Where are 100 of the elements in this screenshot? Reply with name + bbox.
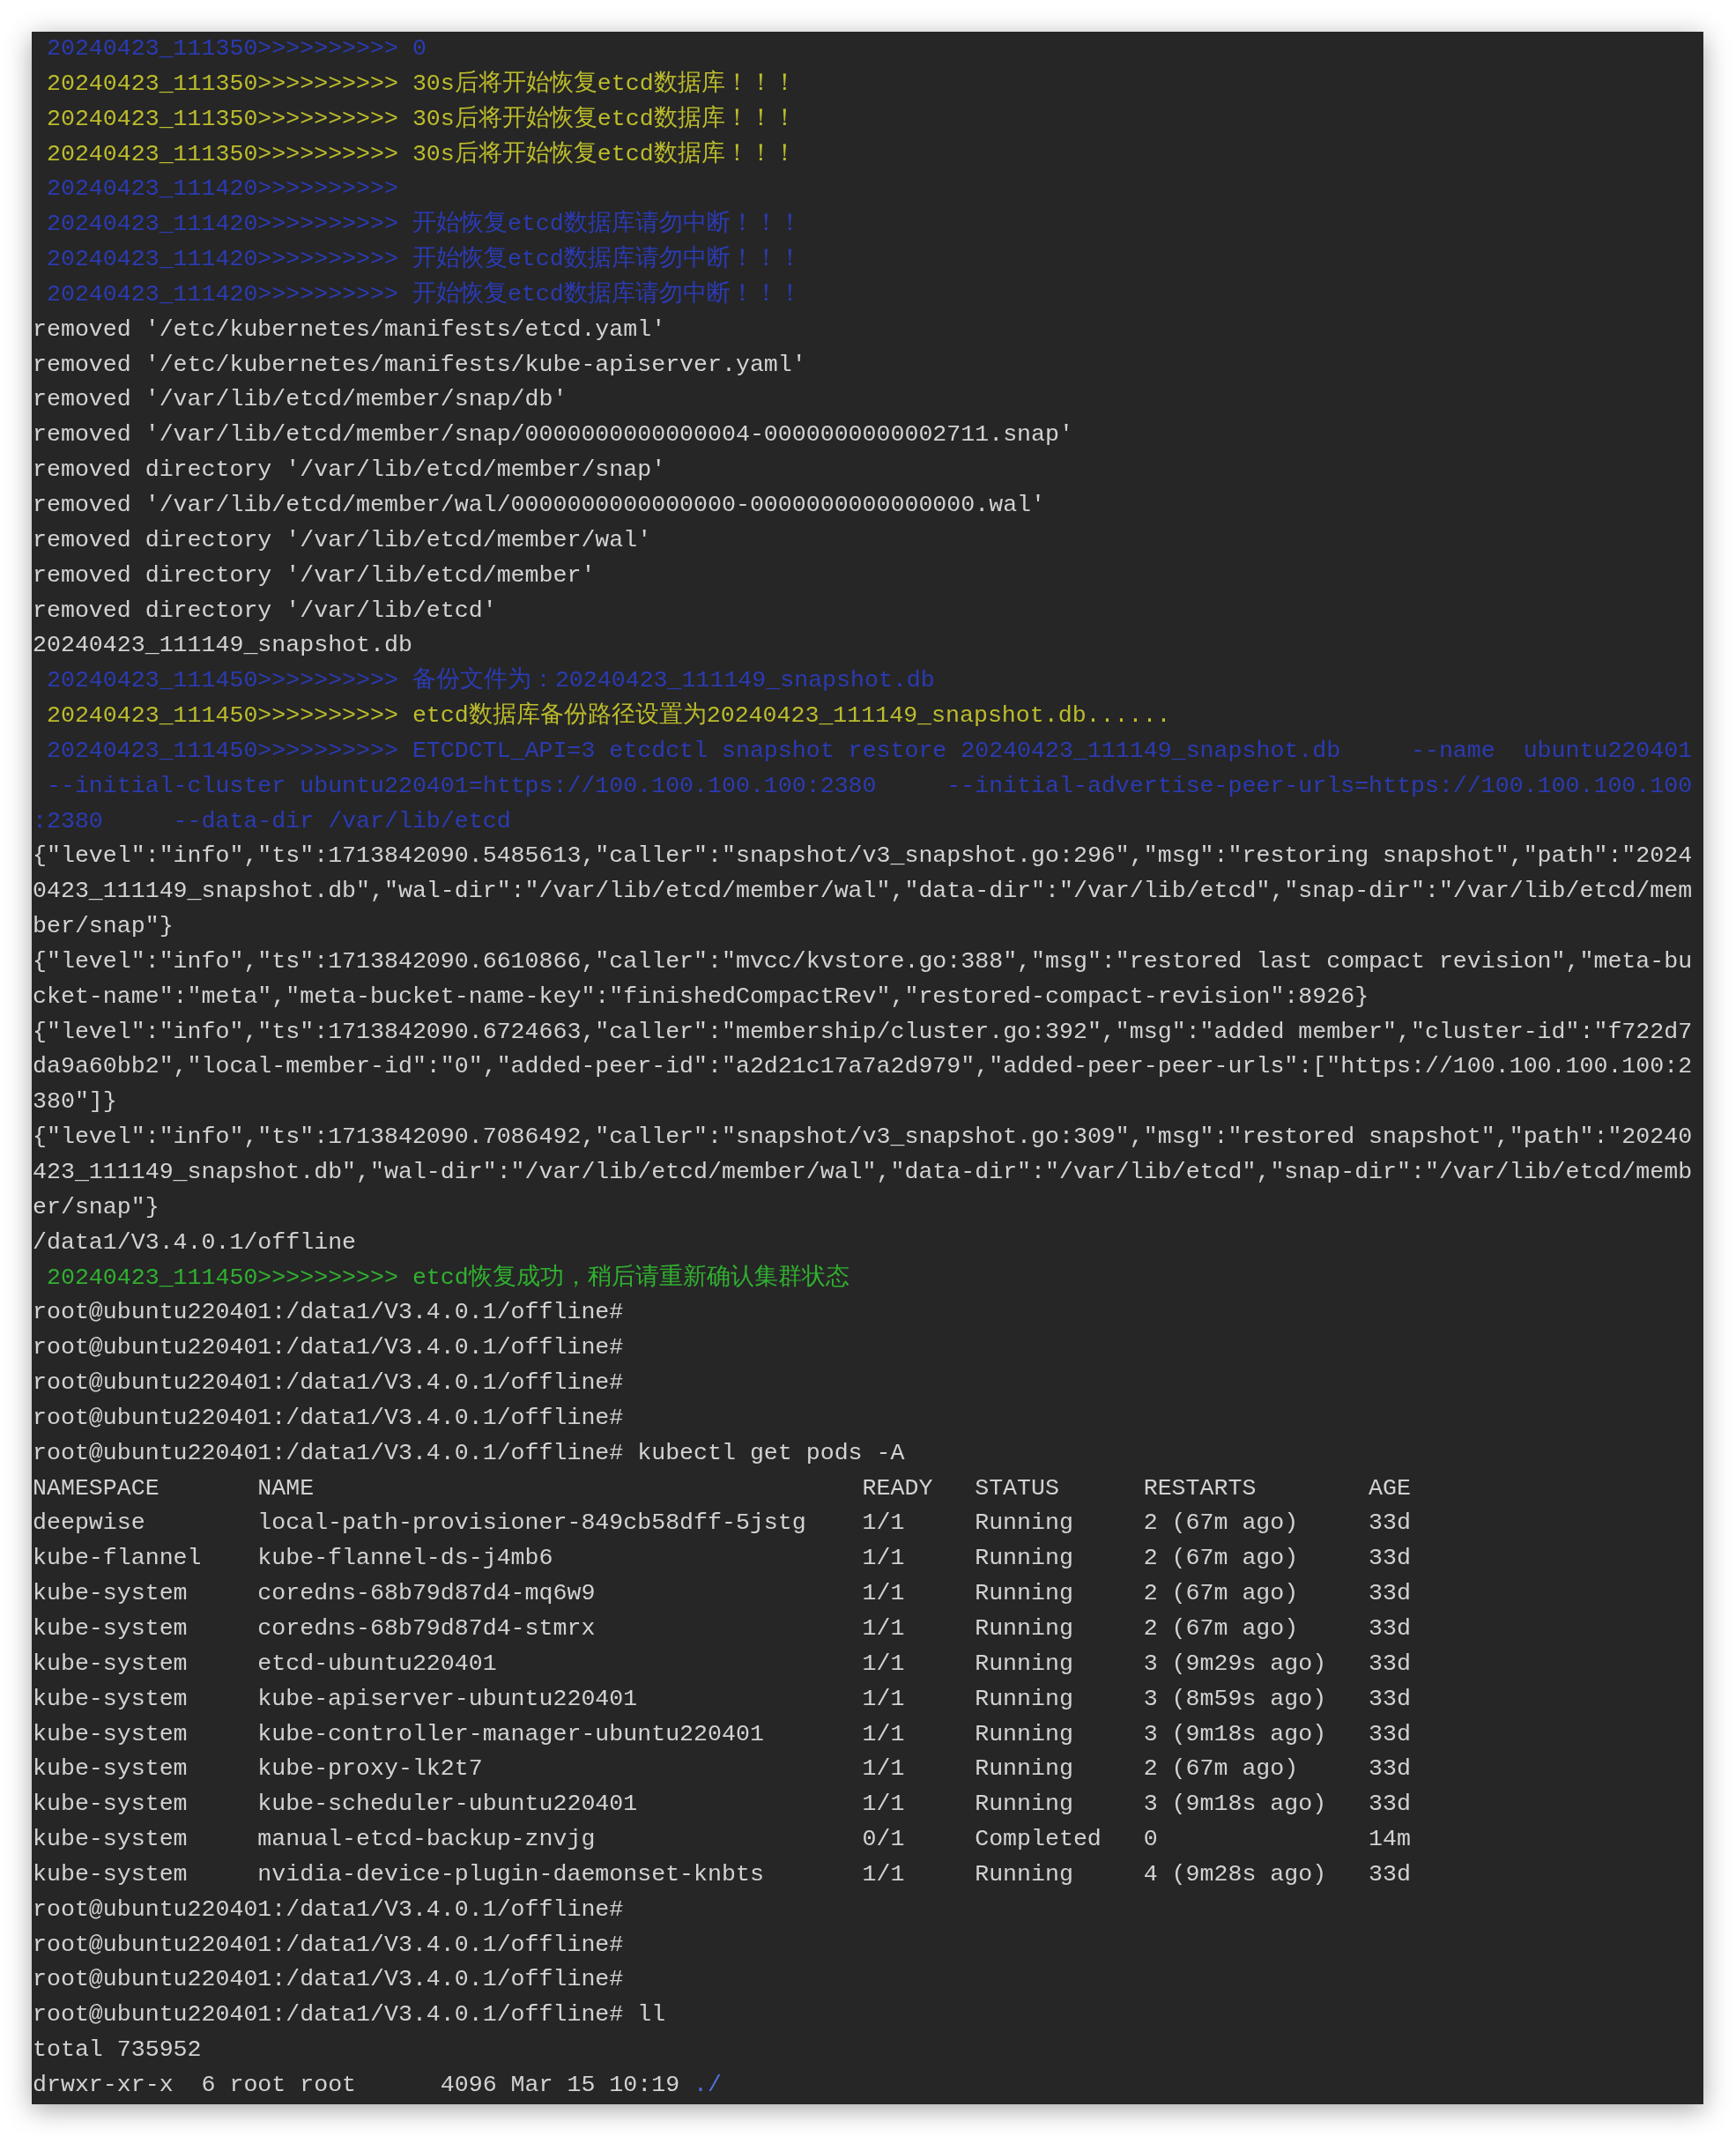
table-cell-text: 1/1 <box>862 1790 906 1820</box>
table-cell-text: kube-system <box>33 1649 189 1679</box>
table-cell-text: 1/1 <box>862 1719 906 1749</box>
table-cell-text: 1/1 <box>862 1544 906 1574</box>
terminal-line: removed '/etc/kubernetes/manifests/kube-apiserver.yaml' <box>33 351 806 378</box>
terminal-line: removed directory '/var/lib/etcd' <box>33 597 497 624</box>
terminal-line: {"level":"info","ts":1713842090.7086492,"caller":"snapshot/v3_snapshot.go:309","msg":"restored snapshot","path":"20240 <box>33 1124 1693 1151</box>
table-cell-text: kube-flannel-ds-j4mb6 <box>257 1544 554 1574</box>
table-cell-text: Running <box>975 1719 1074 1749</box>
table-cell-text: 33d <box>1369 1509 1412 1539</box>
terminal-line: {"level":"info","ts":1713842090.6724663,"caller":"membership/cluster.go:392","msg":"added member","cluster-id":"f722d7 <box>33 1018 1693 1045</box>
terminal-line: removed '/var/lib/etcd/member/snap/db' <box>33 386 568 413</box>
terminal-line: root@ubuntu220401:/data1/V3.4.0.1/offline# kubectl get pods -A <box>33 1439 905 1466</box>
terminal-line: drwxr-xr-x 6 root root 4096 Mar 15 10:19 <box>33 2071 680 2098</box>
terminal-line: 20240423_111450>>>>>>>>>> ETCDCTL_API=3 etcdctl snapshot restore 20240423_111149_snapshot.db --name ubuntu220401 <box>45 737 1693 764</box>
table-cell-text: kube-flannel <box>33 1544 203 1574</box>
terminal-line: removed '/etc/kubernetes/manifests/etcd.yaml' <box>33 315 666 343</box>
terminal-line: 20240423_111149_snapshot.db <box>33 632 412 659</box>
table-cell-text: Completed <box>975 1825 1102 1855</box>
terminal-line: 0423_111149_snapshot.db","wal-dir":"/var/lib/etcd/member/wal","data-dir":"/var/lib/etcd","snap-dir":"/var/lib/etcd/mem <box>33 878 1693 905</box>
terminal-line: {"level":"info","ts":1713842090.5485613,"caller":"snapshot/v3_snapshot.go:296","msg":"restoring snapshot","path":"2024 <box>33 842 1693 870</box>
column-header: STATUS <box>975 1473 1060 1503</box>
terminal-line: 20240423_111420>>>>>>>>>> <box>45 175 398 203</box>
table-cell-text: Running <box>975 1579 1074 1609</box>
terminal-line: root@ubuntu220401:/data1/V3.4.0.1/offline# <box>33 1966 624 1993</box>
table-cell-text: 33d <box>1369 1754 1412 1784</box>
terminal-line: da9a60bb2","local-member-id":"0","added-peer-id":"a2d21c17a7a2d979","added-peer-peer-urls":["https://100.100.100.100:2 <box>33 1053 1693 1080</box>
table-cell-text: 2 (67m ago) <box>1143 1579 1300 1609</box>
table-cell-text: Running <box>975 1509 1074 1539</box>
terminal-line: root@ubuntu220401:/data1/V3.4.0.1/offline# <box>33 1404 624 1431</box>
table-cell-text: deepwise <box>33 1509 146 1539</box>
table-cell-text: Running <box>975 1790 1074 1820</box>
table-cell-text: 1/1 <box>862 1613 906 1643</box>
table-cell-text: Running <box>975 1544 1074 1574</box>
table-cell-text: 1/1 <box>862 1754 906 1784</box>
terminal-line: 20240423_111450>>>>>>>>>> 备份文件为：20240423_111149_snapshot.db <box>45 667 935 694</box>
terminal-line: total 735952 <box>33 2036 202 2064</box>
table-cell-text: kube-system <box>33 1825 189 1855</box>
terminal-line: --initial-cluster ubuntu220401=https://100.100.100.100:2380 --initial-advertise-peer-urls=https://100.100.100.100 <box>45 772 1693 799</box>
table-cell-text: kube-apiserver-ubuntu220401 <box>257 1684 639 1714</box>
table-cell-text: 33d <box>1369 1859 1412 1889</box>
terminal-line: root@ubuntu220401:/data1/V3.4.0.1/offline# <box>33 1369 624 1397</box>
terminal-line: 380"]} <box>33 1088 117 1116</box>
table-cell-text: 1/1 <box>862 1579 906 1609</box>
terminal-line: 20240423_111450>>>>>>>>>> etcd数据库备份路径设置为20240423_111149_snapshot.db...... <box>45 702 1171 730</box>
terminal-line: removed '/var/lib/etcd/member/snap/0000000000000004-0000000000002711.snap' <box>33 421 1073 449</box>
table-cell-text: 2 (67m ago) <box>1143 1509 1300 1539</box>
table-cell-text: 2 (67m ago) <box>1143 1754 1300 1784</box>
table-cell-text: coredns-68b79d87d4-stmrx <box>257 1613 597 1643</box>
table-cell-text: 33d <box>1369 1613 1412 1643</box>
terminal-line: removed '/var/lib/etcd/member/wal/0000000000000000-0000000000000000.wal' <box>33 491 1046 518</box>
table-cell-text: kube-system <box>33 1719 189 1749</box>
table-cell-text: kube-system <box>33 1579 189 1609</box>
terminal-line: 20240423_111420>>>>>>>>>> 开始恢复etcd数据库请勿中断！！！ <box>45 211 802 238</box>
terminal-line: 20240423_111420>>>>>>>>>> 开始恢复etcd数据库请勿中断！！！ <box>45 246 802 273</box>
table-cell-text: kube-system <box>33 1684 189 1714</box>
table-cell-text: Running <box>975 1754 1074 1784</box>
table-cell-text: 33d <box>1369 1719 1412 1749</box>
column-header: READY <box>862 1473 934 1503</box>
table-cell-text: 1/1 <box>862 1684 906 1714</box>
table-cell-text: 1/1 <box>862 1649 906 1679</box>
table-cell-text: 0/1 <box>862 1825 906 1855</box>
table-cell-text: 3 (9m18s ago) <box>1143 1719 1328 1749</box>
terminal-line: ./ <box>694 2071 722 2098</box>
table-cell-text: kube-system <box>33 1613 189 1643</box>
terminal-line: removed directory '/var/lib/etcd/member/snap' <box>33 456 666 484</box>
table-cell-text: 33d <box>1369 1649 1412 1679</box>
table-cell-text: Running <box>975 1684 1074 1714</box>
table-cell-text: 1/1 <box>862 1509 906 1539</box>
terminal-line: 20240423_111350>>>>>>>>>> 30s后将开始恢复etcd数据库！！！ <box>45 70 797 97</box>
terminal-line: {"level":"info","ts":1713842090.6610866,"caller":"mvcc/kvstore.go:388","msg":"restored last compact revision","meta-bu <box>33 947 1693 975</box>
terminal-line: 20240423_111450>>>>>>>>>> etcd恢复成功，稍后请重新确认集群状态 <box>45 1264 849 1291</box>
terminal-line: ber/snap"} <box>33 913 174 940</box>
table-cell-text: 3 (9m18s ago) <box>1143 1790 1328 1820</box>
table-cell-text: 3 (8m59s ago) <box>1143 1684 1328 1714</box>
table-cell-text: 4 (9m28s ago) <box>1143 1859 1328 1889</box>
terminal-line: 20240423_111350>>>>>>>>>> 0 <box>45 35 427 62</box>
table-cell-text: Running <box>975 1859 1074 1889</box>
table-cell-text: kube-scheduler-ubuntu220401 <box>257 1790 639 1820</box>
column-header: NAME <box>257 1473 315 1503</box>
column-header: NAMESPACE <box>33 1473 160 1503</box>
table-cell-text: 2 (67m ago) <box>1143 1613 1300 1643</box>
table-cell-text: 33d <box>1369 1790 1412 1820</box>
table-cell-text: kube-system <box>33 1790 189 1820</box>
terminal-line: removed directory '/var/lib/etcd/member/wal' <box>33 526 652 553</box>
terminal-line: root@ubuntu220401:/data1/V3.4.0.1/offline# <box>33 1895 624 1923</box>
table-cell-text: 33d <box>1369 1579 1412 1609</box>
terminal-line: removed directory '/var/lib/etcd/member' <box>33 561 596 589</box>
table-cell-text: 33d <box>1369 1684 1412 1714</box>
table-cell-text: kube-system <box>33 1859 189 1889</box>
table-cell-text: coredns-68b79d87d4-mq6w9 <box>257 1579 597 1609</box>
table-cell-text: nvidia-device-plugin-daemonset-knbts <box>257 1859 765 1889</box>
terminal-line: er/snap"} <box>33 1193 160 1220</box>
terminal-line: :2380 --data-dir /var/lib/etcd <box>33 807 511 834</box>
table-cell-text: kube-system <box>33 1754 189 1784</box>
table-cell-text: 1/1 <box>862 1859 906 1889</box>
table-cell-text: Running <box>975 1613 1074 1643</box>
table-cell-text: 14m <box>1369 1825 1412 1855</box>
column-header: RESTARTS <box>1143 1473 1257 1503</box>
table-cell-text: Running <box>975 1649 1074 1679</box>
